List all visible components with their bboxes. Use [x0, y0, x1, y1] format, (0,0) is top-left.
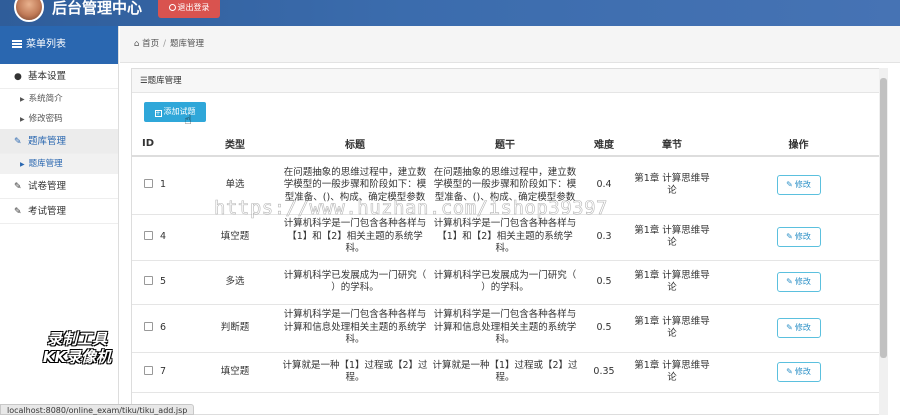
breadcrumb-separator: / — [163, 39, 166, 49]
avatar — [14, 0, 44, 22]
power-icon — [168, 4, 176, 11]
row-checkbox[interactable] — [144, 179, 153, 188]
col-actions: 操作 — [716, 131, 881, 157]
caret-right-icon: ▶ — [20, 96, 25, 103]
row-title: 计算就是一种【1】过程或【2】过程。 — [280, 352, 430, 393]
row-title: 计算机科学是一门包含各种各样与计算和信息处理相关主题的系统学科。 — [280, 304, 430, 353]
sidebar-group-basic-settings[interactable]: ● 基本设置 — [0, 64, 118, 89]
scrollbar-thumb[interactable] — [880, 78, 887, 358]
question-bank-panel: ☰题库管理 + 添加试题 ☝ ID 类型 标题 题干 难度 章节 操作 1 单选 … — [131, 68, 887, 415]
row-difficulty: 0.5 — [580, 304, 628, 353]
table-row: 4 填空题 计算机科学是一门包含各种各样与【1】和【2】相关主题的系统学科。 计… — [132, 214, 881, 261]
row-id: 4 — [160, 230, 167, 242]
row-stem: 计算机科学已发展成为一门研究（ ）的学科。 — [430, 260, 580, 305]
row-stem: 计算就是一种【1】过程或【2】过程。 — [430, 352, 580, 393]
sidebar-header: 菜单列表 — [0, 26, 118, 64]
edit-icon: ✎ — [14, 182, 22, 192]
list-icon: ☰ — [140, 76, 148, 86]
sidebar-group-exam-paper[interactable]: ✎ 试卷管理 — [0, 174, 118, 199]
edit-button[interactable]: ✎ 修改 — [776, 362, 821, 382]
edit-button[interactable]: ✎ 修改 — [776, 318, 821, 338]
row-stem: 计算机科学是一门包含各种各样与计算和信息处理相关主题的系统学科。 — [430, 304, 580, 353]
home-icon: ⌂ — [134, 39, 140, 49]
app-title: 后台管理中心 — [52, 0, 143, 17]
edit-button[interactable]: ✎ 修改 — [776, 272, 821, 292]
row-chapter: 第1章 计算思维导论 — [628, 304, 716, 353]
col-difficulty: 难度 — [580, 131, 628, 157]
table-row: 7 填空题 计算就是一种【1】过程或【2】过程。 计算就是一种【1】过程或【2】… — [132, 352, 881, 393]
row-chapter: 第1章 计算思维导论 — [628, 214, 716, 261]
row-difficulty: 0.3 — [580, 214, 628, 261]
row-difficulty: 0.35 — [580, 352, 628, 393]
logout-button[interactable]: 退出登录 — [158, 0, 220, 18]
row-type: 判断题 — [190, 304, 280, 353]
table-row: 6 判断题 计算机科学是一门包含各种各样与计算和信息处理相关主题的系统学科。 计… — [132, 304, 881, 353]
edit-icon: ✎ — [786, 180, 793, 190]
row-id: 1 — [160, 179, 167, 190]
sidebar-item-question-bank[interactable]: ▶ 题库管理 — [0, 154, 118, 174]
sidebar-group-exam[interactable]: ✎ 考试管理 — [0, 199, 118, 224]
row-checkbox[interactable] — [144, 365, 153, 375]
caret-right-icon: ▶ — [20, 116, 25, 123]
row-checkbox[interactable] — [144, 275, 153, 285]
row-title: 计算机科学是一门包含各种各样与【1】和【2】相关主题的系统学科。 — [280, 214, 430, 261]
row-id: 7 — [160, 365, 167, 377]
edit-icon: ✎ — [786, 232, 793, 241]
row-type: 填空题 — [190, 214, 280, 261]
sidebar-item-system-intro[interactable]: ▶ 系统简介 — [0, 89, 118, 109]
browser-status-url: localhost:8080/online_exam/tiku/tiku_add… — [0, 404, 195, 415]
edit-icon: ✎ — [786, 323, 793, 332]
row-stem: 计算机科学是一门包含各种各样与【1】和【2】相关主题的系统学科。 — [430, 214, 580, 261]
col-chapter: 章节 — [628, 131, 716, 157]
col-id: ID — [132, 131, 190, 157]
row-chapter: 第1章 计算思维导论 — [628, 260, 716, 305]
caret-right-icon: ▶ — [20, 161, 25, 168]
edit-icon: ✎ — [14, 137, 22, 147]
watermark-url: https://www.huzhan.com/ishop39397 — [214, 197, 608, 220]
col-stem: 题干 — [430, 131, 580, 157]
row-type: 填空题 — [190, 352, 280, 393]
breadcrumb: ⌂ 首页 / 题库管理 — [120, 26, 900, 63]
hand-cursor-icon: ☝ — [184, 113, 192, 128]
edit-button[interactable]: ✎ 修改 — [776, 175, 821, 196]
row-id: 5 — [160, 275, 167, 287]
row-chapter: 第1章 计算思维导论 — [628, 352, 716, 393]
row-difficulty: 0.5 — [580, 260, 628, 305]
col-type: 类型 — [190, 131, 280, 157]
watermark-recorder: 录制工具 KK录像机 — [42, 330, 112, 366]
row-id: 6 — [160, 321, 167, 333]
logout-label: 退出登录 — [177, 3, 210, 12]
user-icon: ● — [14, 72, 22, 82]
sidebar-item-change-password[interactable]: ▶ 修改密码 — [0, 109, 118, 129]
add-question-button[interactable]: + 添加试题 — [144, 102, 206, 122]
breadcrumb-current: 题库管理 — [170, 39, 205, 49]
row-type: 多选 — [190, 260, 280, 305]
table-row: 5 多选 计算机科学已发展成为一门研究（ ）的学科。 计算机科学已发展成为一门研… — [132, 260, 881, 305]
question-table: ID 类型 标题 题干 难度 章节 操作 1 单选 在问题抽象的思维过程中，建立… — [132, 131, 881, 393]
edit-icon: ✎ — [786, 367, 793, 376]
edit-icon: ✎ — [786, 277, 793, 286]
col-title: 标题 — [280, 131, 430, 157]
panel-title: ☰题库管理 — [132, 69, 886, 93]
row-checkbox[interactable] — [144, 321, 153, 331]
top-header: 后台管理中心 退出登录 — [0, 0, 900, 26]
table-header-row: ID 类型 标题 题干 难度 章节 操作 — [132, 131, 881, 157]
breadcrumb-home[interactable]: 首页 — [142, 39, 159, 49]
row-chapter: 第1章 计算思维导论 — [628, 156, 716, 215]
edit-icon: ✎ — [14, 207, 22, 217]
sidebar-group-question-bank[interactable]: ✎ 题库管理 — [0, 129, 118, 154]
menu-icon — [12, 40, 22, 48]
row-title: 计算机科学已发展成为一门研究（ ）的学科。 — [280, 260, 430, 305]
plus-icon: + — [154, 110, 162, 117]
row-checkbox[interactable] — [144, 230, 153, 240]
edit-button[interactable]: ✎ 修改 — [776, 227, 821, 247]
